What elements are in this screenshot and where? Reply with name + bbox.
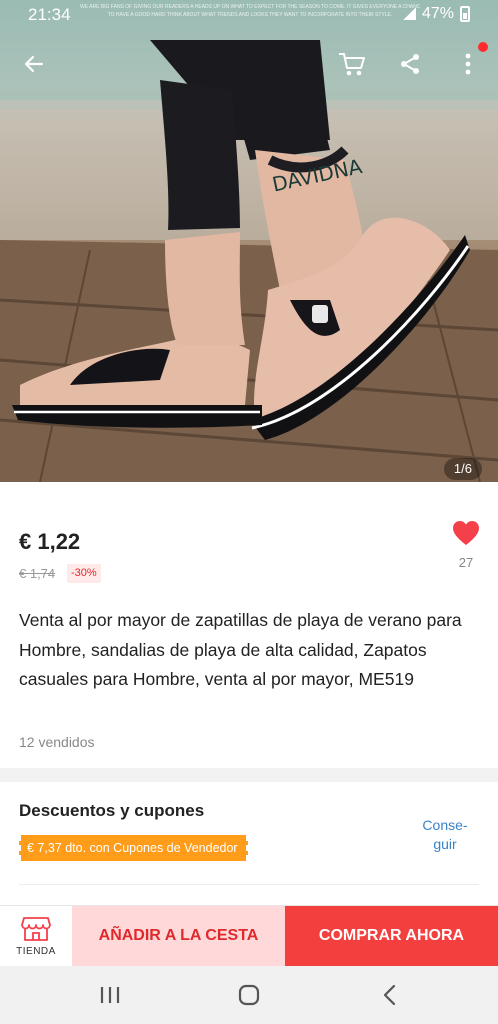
seller-coupon-tag[interactable]: € 7,37 dto. con Cupones de Vendedor bbox=[19, 835, 248, 861]
nav-back-icon bbox=[383, 984, 396, 1006]
coupons-title: Descuentos y cupones bbox=[19, 801, 205, 820]
system-nav-bar bbox=[0, 966, 498, 1024]
share-button[interactable] bbox=[390, 44, 430, 84]
product-image-gallery[interactable]: DAVIDNA 21:34 WE ARE BIG FANS OF GIVING … bbox=[0, 0, 498, 482]
banner-line: WE ARE BIG FANS OF GIVING OUR READERS A … bbox=[80, 4, 420, 10]
notification-dot bbox=[478, 42, 488, 52]
back-button[interactable] bbox=[14, 44, 54, 84]
product-page: DAVIDNA 21:34 WE ARE BIG FANS OF GIVING … bbox=[0, 0, 498, 1024]
nav-back-button[interactable] bbox=[369, 980, 409, 1010]
banner-caption: WE ARE BIG FANS OF GIVING OUR READERS A … bbox=[80, 3, 420, 19]
favorites-count: 27 bbox=[458, 555, 474, 570]
home-button[interactable] bbox=[229, 980, 269, 1010]
store-button[interactable]: TIENDA bbox=[0, 906, 72, 966]
divider bbox=[19, 884, 479, 885]
original-price: € 1,74 bbox=[19, 566, 56, 581]
buy-now-button[interactable]: COMPRAR AHORA bbox=[285, 906, 498, 966]
status-time: 21:34 bbox=[28, 5, 71, 24]
banner-line: TO HAVE A GOOD HARD THINK ABOUT WHAT TRE… bbox=[107, 12, 393, 18]
get-coupon-link[interactable]: Conse- guir bbox=[412, 816, 478, 854]
battery-percent: 47% bbox=[421, 5, 454, 22]
more-vertical-icon bbox=[465, 53, 471, 75]
product-title: Venta al por mayor de zapatillas de play… bbox=[19, 610, 462, 689]
product-info-card: € 1,22 € 1,74 -30% 27 Venta al por mayor… bbox=[0, 482, 498, 768]
store-icon bbox=[21, 916, 51, 941]
home-icon bbox=[238, 984, 260, 1006]
bottom-action-bar: TIENDA AÑADIR A LA CESTA COMPRAR AHORA bbox=[0, 905, 498, 966]
cart-button[interactable] bbox=[332, 44, 372, 84]
status-indicators: 47% bbox=[401, 5, 470, 23]
recents-button[interactable] bbox=[90, 980, 130, 1010]
current-price: € 1,22 bbox=[19, 529, 81, 554]
add-to-cart-button[interactable]: AÑADIR A LA CESTA bbox=[72, 906, 285, 966]
cart-icon bbox=[339, 53, 365, 76]
image-counter: 1/6 bbox=[443, 458, 482, 480]
heart-icon bbox=[453, 521, 479, 545]
store-label: TIENDA bbox=[16, 945, 56, 957]
get-coupon-label: guir bbox=[433, 836, 457, 852]
discount-badge: -30% bbox=[67, 564, 101, 583]
signal-icon bbox=[401, 8, 416, 20]
recents-icon bbox=[100, 987, 120, 1003]
arrow-left-icon bbox=[24, 55, 44, 73]
status-bar: 21:34 WE ARE BIG FANS OF GIVING OUR READ… bbox=[0, 0, 498, 32]
battery-icon bbox=[460, 6, 470, 22]
get-coupon-label: Conse- bbox=[422, 817, 468, 833]
favorite-button[interactable]: 27 bbox=[450, 520, 482, 570]
sold-count: 12 vendidos bbox=[19, 734, 95, 750]
share-icon bbox=[401, 54, 419, 74]
coupons-section: Descuentos y cupones € 7,37 dto. con Cup… bbox=[0, 782, 498, 906]
